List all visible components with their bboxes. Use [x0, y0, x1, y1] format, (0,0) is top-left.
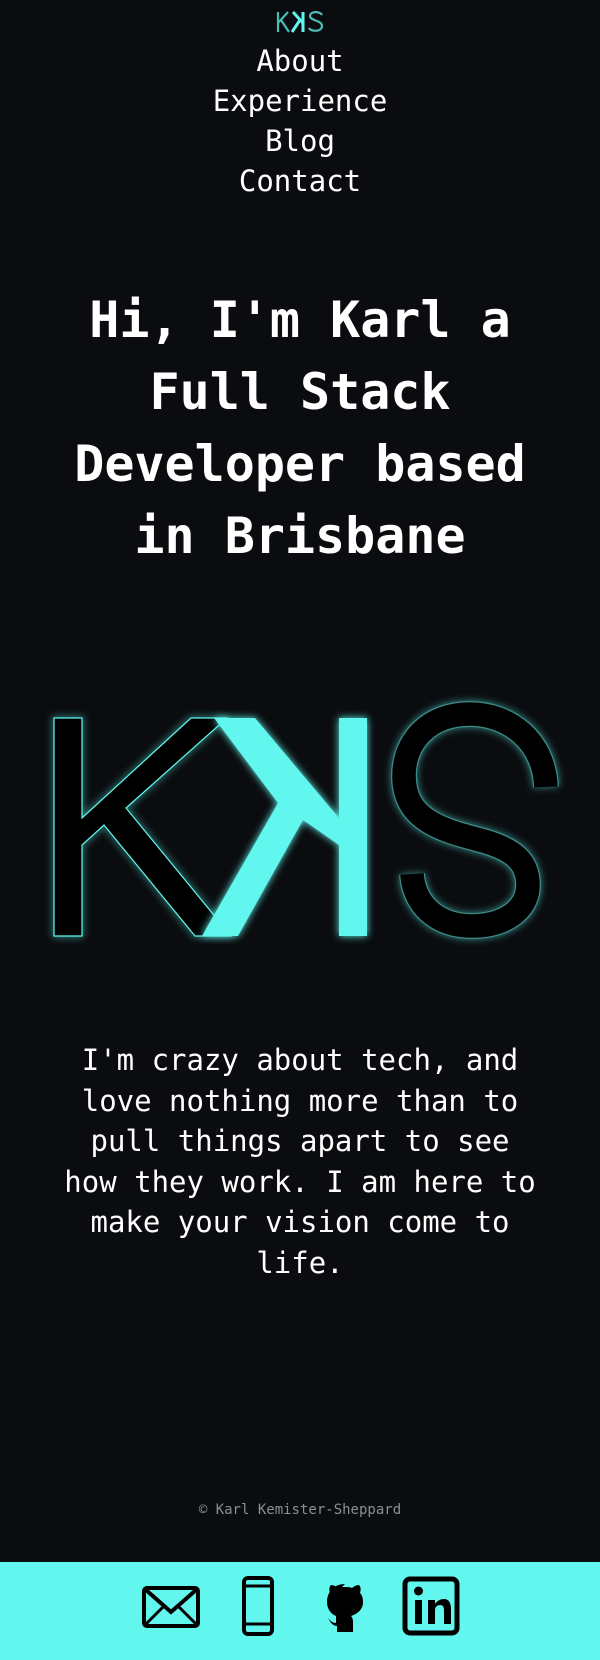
nav-link-about[interactable]: About	[0, 43, 600, 79]
linkedin-icon[interactable]	[402, 1576, 460, 1636]
hero-title: Hi, I'm Karl a Full Stack Developer base…	[74, 291, 526, 565]
footer-bar	[0, 1562, 600, 1660]
intro-text: I'm crazy about tech, and love nothing m…	[64, 1043, 536, 1280]
phone-icon[interactable]	[238, 1576, 278, 1636]
nav-link-contact[interactable]: Contact	[0, 163, 600, 199]
copyright: © Karl Kemister-Sheppard	[198, 1502, 402, 1518]
github-icon[interactable]	[322, 1576, 368, 1636]
nav-link-experience[interactable]: Experience	[0, 83, 600, 119]
hero-logo	[53, 700, 559, 940]
site-logo[interactable]	[270, 4, 330, 40]
email-icon[interactable]	[140, 1576, 202, 1636]
nav-link-blog[interactable]: Blog	[0, 123, 600, 159]
